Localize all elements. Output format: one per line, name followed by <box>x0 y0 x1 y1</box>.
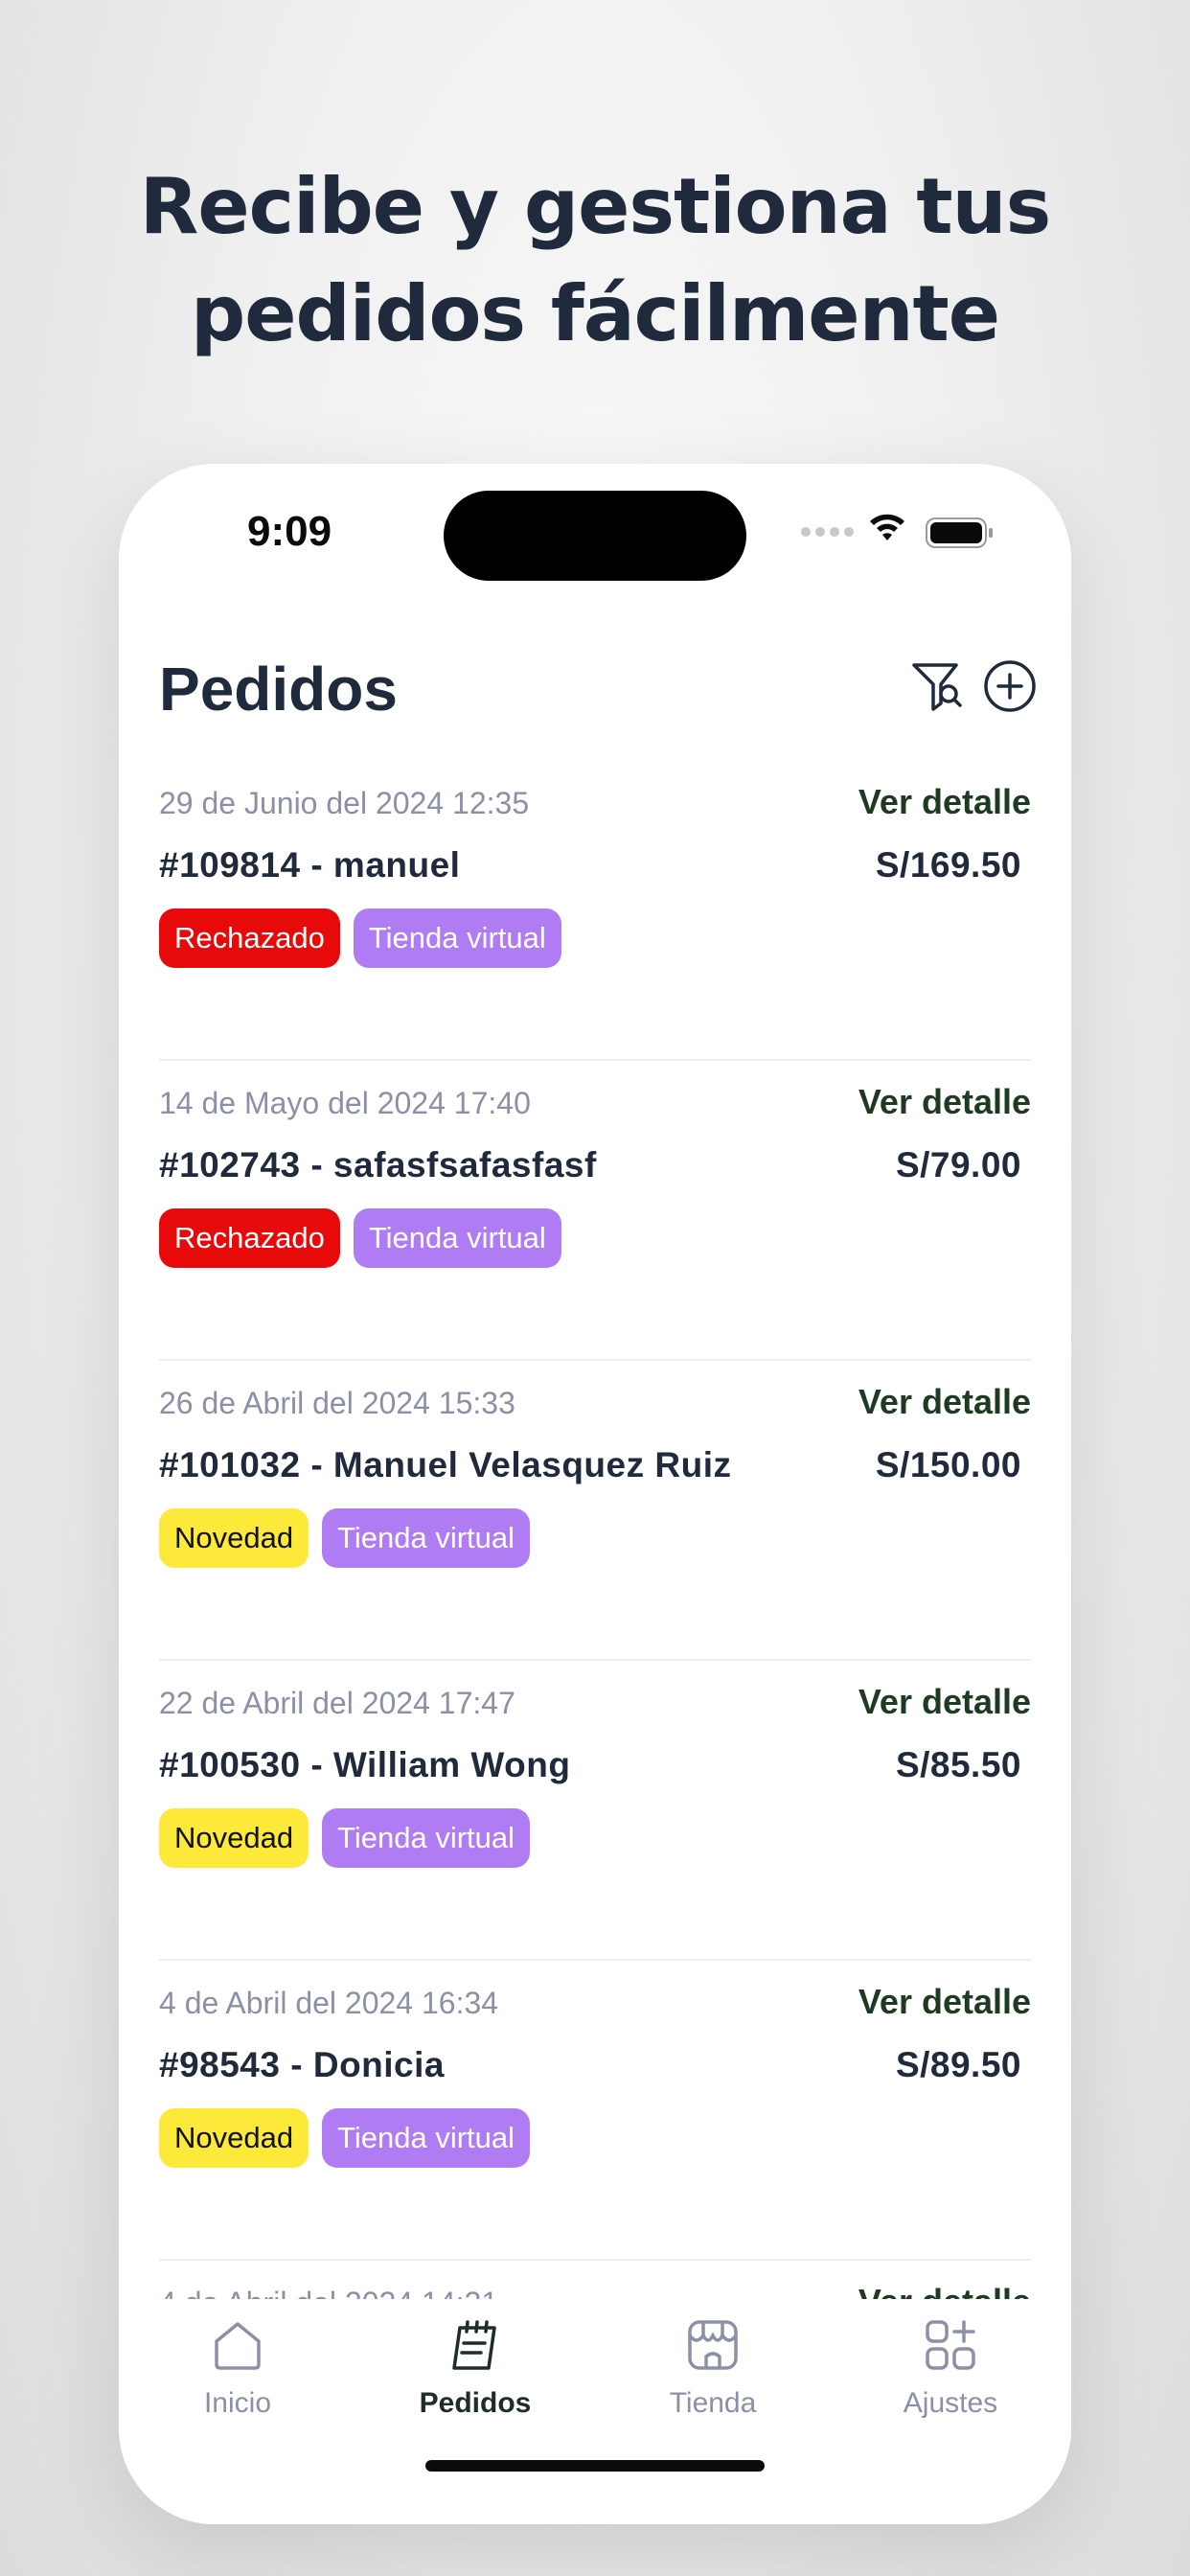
tab-ajustes[interactable]: Ajustes <box>832 2299 1069 2443</box>
tab-label: Tienda <box>669 2387 757 2419</box>
order-badges: Novedad Tienda virtual <box>159 1808 531 1868</box>
order-name: #98543 - Donicia <box>159 2045 445 2084</box>
status-badge: Novedad <box>159 1508 309 1568</box>
order-name: #109814 - manuel <box>159 845 461 885</box>
order-row[interactable]: 14 de Mayo del 2024 17:40 Ver detalle #1… <box>159 1061 1031 1361</box>
order-row[interactable]: 26 de Abril del 2024 15:33 Ver detalle #… <box>159 1361 1031 1661</box>
view-detail-link[interactable]: Ver detalle <box>858 1082 1031 1122</box>
view-detail-link[interactable]: Ver detalle <box>858 1682 1031 1722</box>
channel-badge: Tienda virtual <box>353 1208 561 1268</box>
order-amount: S/89.50 <box>895 2045 1021 2084</box>
headline-line-1: Recibe y gestiona tus <box>139 162 1051 251</box>
settings-grid-icon <box>926 2320 975 2370</box>
channel-badge: Tienda virtual <box>322 2108 531 2168</box>
order-date: 14 de Mayo del 2024 17:40 <box>159 1086 531 1120</box>
status-time: 9:09 <box>247 508 332 555</box>
view-detail-link[interactable]: Ver detalle <box>858 782 1031 822</box>
dynamic-island <box>444 491 746 581</box>
tab-label: Pedidos <box>419 2387 532 2419</box>
order-date: 29 de Junio del 2024 12:35 <box>159 786 530 820</box>
tab-label: Ajustes <box>903 2387 998 2419</box>
status-badge: Novedad <box>159 1808 309 1868</box>
status-badge: Rechazado <box>159 908 340 968</box>
wifi-icon <box>870 514 904 540</box>
status-bar: 9:09 <box>119 464 1071 588</box>
order-date: 22 de Abril del 2024 17:47 <box>159 1686 515 1720</box>
phone-frame: 9:09 Pedidos 29 de Junio del 2024 12:35 … <box>119 464 1071 2524</box>
order-badges: Novedad Tienda virtual <box>159 2108 531 2168</box>
page-title: Pedidos <box>159 655 398 724</box>
store-icon <box>688 2320 738 2370</box>
order-row[interactable]: 4 de Abril del 2024 16:34 Ver detalle #9… <box>159 1961 1031 2261</box>
headline-line-2: pedidos fácilmente <box>190 269 1000 358</box>
status-badge: Novedad <box>159 2108 309 2168</box>
battery-icon <box>926 518 993 548</box>
view-detail-link[interactable]: Ver detalle <box>858 1382 1031 1422</box>
orders-list: 29 de Junio del 2024 12:35 Ver detalle #… <box>159 761 1031 2452</box>
plus-circle-icon[interactable] <box>979 656 1041 717</box>
order-name: #101032 - Manuel Velasquez Ruiz <box>159 1445 732 1484</box>
view-detail-link[interactable]: Ver detalle <box>858 1982 1031 2022</box>
status-badge: Rechazado <box>159 1208 340 1268</box>
page-header: Pedidos <box>159 636 1036 732</box>
order-date: 26 de Abril del 2024 15:33 <box>159 1386 515 1420</box>
tab-tienda[interactable]: Tienda <box>594 2299 832 2443</box>
tab-label: Inicio <box>203 2387 272 2419</box>
tab-bar: Inicio Pedidos Tienda Ajustes <box>119 2299 1071 2524</box>
order-date: 4 de Abril del 2024 16:34 <box>159 1986 499 2020</box>
channel-badge: Tienda virtual <box>322 1808 531 1868</box>
order-name: #102743 - safasfsafasfasf <box>159 1145 597 1184</box>
order-amount: S/85.50 <box>895 1745 1021 1784</box>
order-badges: Rechazado Tienda virtual <box>159 1208 561 1268</box>
order-amount: S/79.00 <box>895 1145 1021 1184</box>
cellular-signal-icon <box>801 527 854 537</box>
marketing-headline: Recibe y gestiona tus pedidos fácilmente <box>0 153 1190 368</box>
order-row[interactable]: 22 de Abril del 2024 17:47 Ver detalle #… <box>159 1661 1031 1961</box>
tab-inicio[interactable]: Inicio <box>119 2299 356 2443</box>
channel-badge: Tienda virtual <box>353 908 561 968</box>
filter-search-icon[interactable] <box>906 656 968 717</box>
order-amount: S/150.00 <box>875 1445 1021 1484</box>
home-icon <box>215 2322 261 2370</box>
order-name: #100530 - William Wong <box>159 1745 571 1784</box>
order-badges: Rechazado Tienda virtual <box>159 908 561 968</box>
tab-pedidos[interactable]: Pedidos <box>356 2299 594 2443</box>
order-badges: Novedad Tienda virtual <box>159 1508 531 1568</box>
home-indicator <box>425 2460 765 2472</box>
order-row[interactable]: 29 de Junio del 2024 12:35 Ver detalle #… <box>159 761 1031 1061</box>
orders-notepad-icon <box>452 2320 496 2370</box>
order-amount: S/169.50 <box>875 845 1021 885</box>
channel-badge: Tienda virtual <box>322 1508 531 1568</box>
